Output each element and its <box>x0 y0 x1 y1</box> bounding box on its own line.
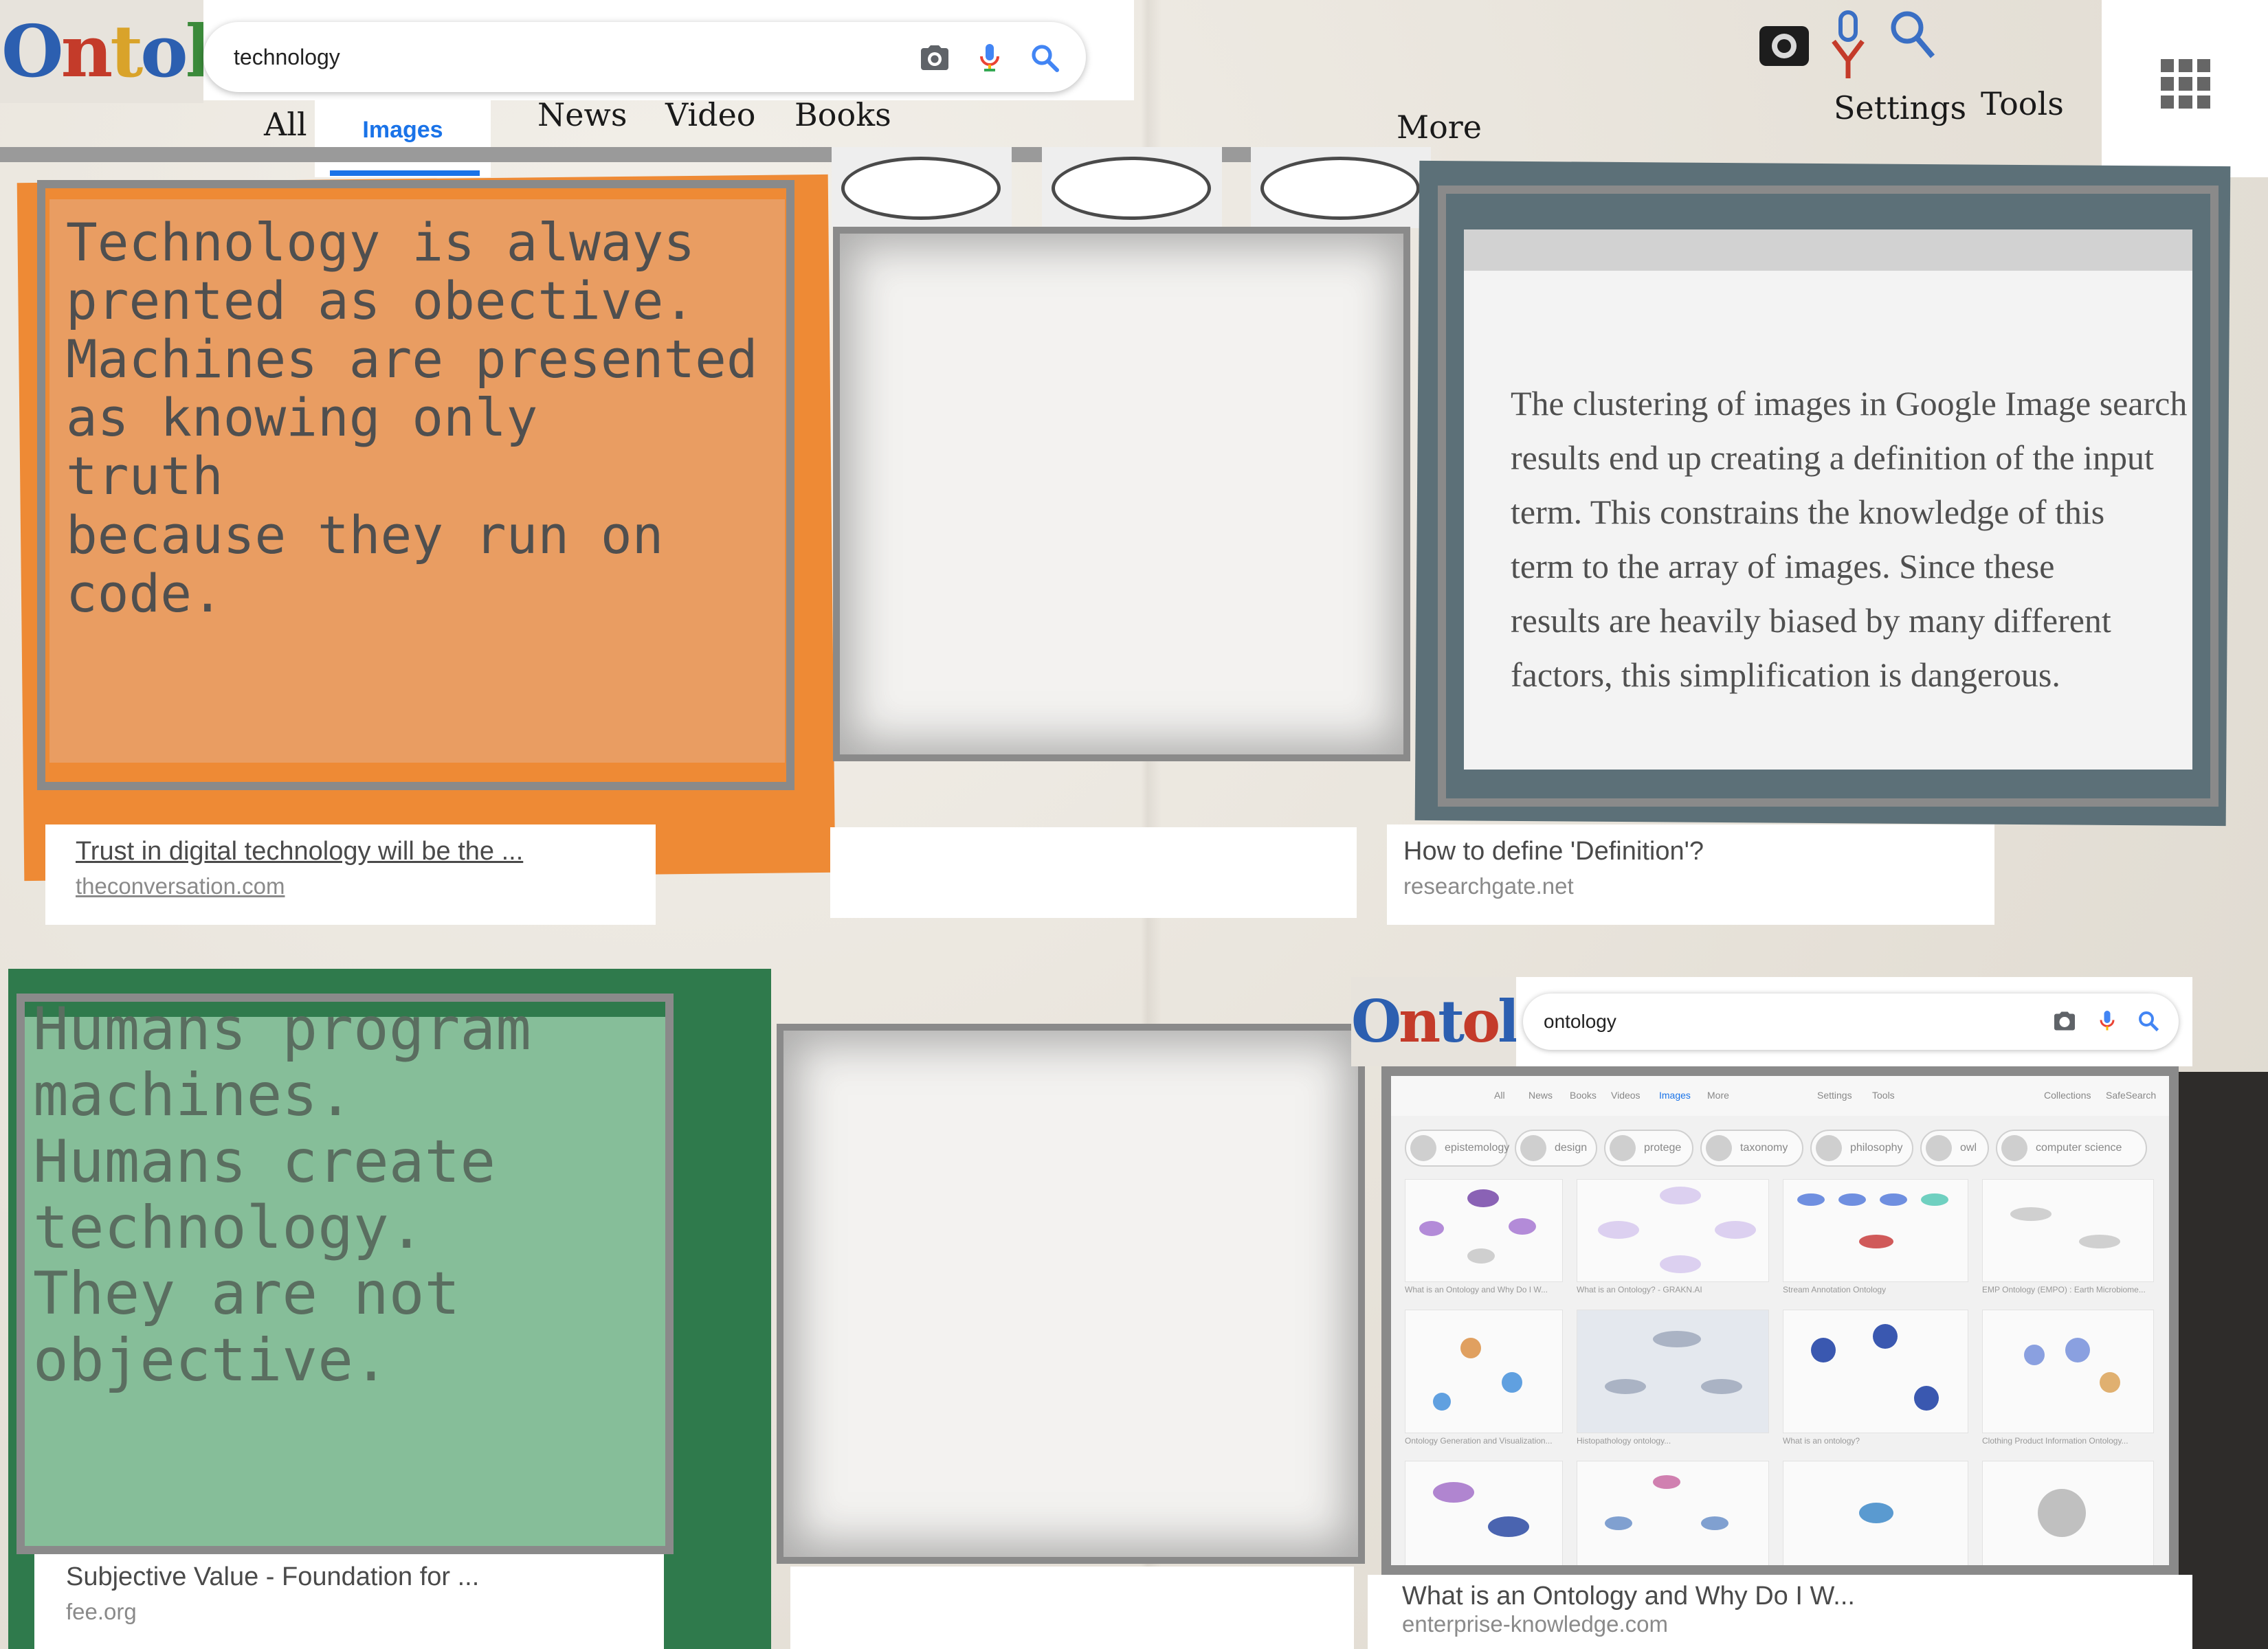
camera-icon <box>1759 26 1809 66</box>
mini-thumb <box>1783 1179 1968 1282</box>
hand-drawn-icons <box>1759 10 1935 78</box>
mini-thumb <box>1982 1461 2154 1565</box>
tab-all[interactable]: All <box>264 106 307 143</box>
tab-more[interactable]: More <box>1397 109 1482 146</box>
chip-oval <box>1052 157 1211 220</box>
mini-thumb <box>1405 1461 1563 1565</box>
chip-oval <box>841 157 1001 220</box>
related-chip[interactable] <box>832 147 1012 228</box>
handwritten-note: Technology is always prented as obective… <box>66 212 758 624</box>
mini-thumb <box>1982 1310 2154 1433</box>
microphone-icon <box>1832 10 1865 78</box>
tools-link[interactable]: Tools <box>1981 85 2064 122</box>
result-source[interactable]: theconversation.com <box>76 866 656 899</box>
search-panel: technology <box>203 0 1134 100</box>
result-title[interactable]: What is an Ontology and Why Do I W... <box>1402 1575 2192 1611</box>
mini-thumb <box>1577 1461 1769 1565</box>
result-title[interactable]: Subjective Value - Foundation for ... <box>66 1554 664 1592</box>
tab-books[interactable]: Books <box>794 96 891 133</box>
apps-panel <box>2102 0 2268 177</box>
camera-icon <box>2054 1011 2075 1031</box>
image-result-6[interactable]: All News Books Videos Images More Settin… <box>1381 1066 2179 1575</box>
mini-thumb <box>1783 1461 1968 1565</box>
microphone-icon <box>2100 1011 2115 1031</box>
result-title[interactable] <box>860 827 1357 840</box>
handwritten-note: Humans program machines. Humans create t… <box>33 995 531 1395</box>
mini-search-query: ontology <box>1544 1011 1616 1032</box>
dark-paper <box>2165 1072 2268 1649</box>
mini-thumb <box>1982 1179 2154 1282</box>
related-chip[interactable] <box>1042 147 1222 228</box>
tab-video[interactable]: Video <box>665 96 756 133</box>
result-source[interactable]: researchgate.net <box>1403 866 1994 899</box>
result-title[interactable]: Trust in digital technology will be the … <box>76 824 656 866</box>
search-input[interactable]: technology <box>203 22 1086 92</box>
search-query[interactable]: technology <box>234 22 340 92</box>
mini-ontology-logo: Ontology <box>1351 977 1516 1066</box>
result-source[interactable]: fee.org <box>66 1592 664 1625</box>
result-caption[interactable] <box>830 827 1357 918</box>
mini-thumb <box>1577 1310 1769 1433</box>
result-caption[interactable] <box>790 1567 1354 1649</box>
mini-nav: All News Books Videos Images More Settin… <box>1391 1076 2169 1116</box>
definition-text: The clustering of images in Google Image… <box>1511 384 2188 694</box>
mini-thumb <box>1577 1179 1769 1282</box>
search-icon <box>1891 11 1935 58</box>
result-source[interactable] <box>821 1579 1354 1586</box>
result-source[interactable]: enterprise-knowledge.com <box>1402 1611 2192 1637</box>
chip-oval <box>1260 157 1420 220</box>
result-title[interactable] <box>821 1567 1354 1579</box>
mini-header: Ontology ontology <box>1351 977 2192 1066</box>
mini-thumb <box>1783 1310 1968 1433</box>
mini-search-box: ontology <box>1523 994 2179 1050</box>
image-result-5[interactable] <box>777 1024 1365 1564</box>
mini-thumb <box>1405 1179 1563 1282</box>
result-caption[interactable]: Trust in digital technology will be the … <box>45 824 656 925</box>
result-caption[interactable]: How to define 'Definition'? researchgate… <box>1387 824 1994 925</box>
ontology-logo[interactable]: Ontology <box>0 0 203 103</box>
search-icon[interactable] <box>1028 41 1061 74</box>
camera-icon[interactable] <box>918 41 951 74</box>
image-result-2[interactable] <box>833 227 1410 761</box>
mini-thumb <box>1405 1310 1563 1433</box>
result-source[interactable] <box>860 840 1357 846</box>
tab-images[interactable]: Images <box>315 117 491 144</box>
tab-news[interactable]: News <box>537 96 627 133</box>
mini-chip-row: epistemology design protege taxonomy phi… <box>1405 1130 2155 1171</box>
apps-grid-icon[interactable] <box>2161 59 2210 109</box>
result-title[interactable]: How to define 'Definition'? <box>1403 824 1994 866</box>
tab-images-underline <box>330 170 480 176</box>
result-caption[interactable]: Subjective Value - Foundation for ... fe… <box>34 1554 664 1649</box>
settings-link[interactable]: Settings <box>1834 89 1966 126</box>
related-chip[interactable] <box>1251 147 1431 228</box>
search-icon <box>2139 1011 2159 1032</box>
result-caption[interactable]: What is an Ontology and Why Do I W... en… <box>1368 1575 2192 1649</box>
microphone-icon[interactable] <box>973 41 1006 74</box>
